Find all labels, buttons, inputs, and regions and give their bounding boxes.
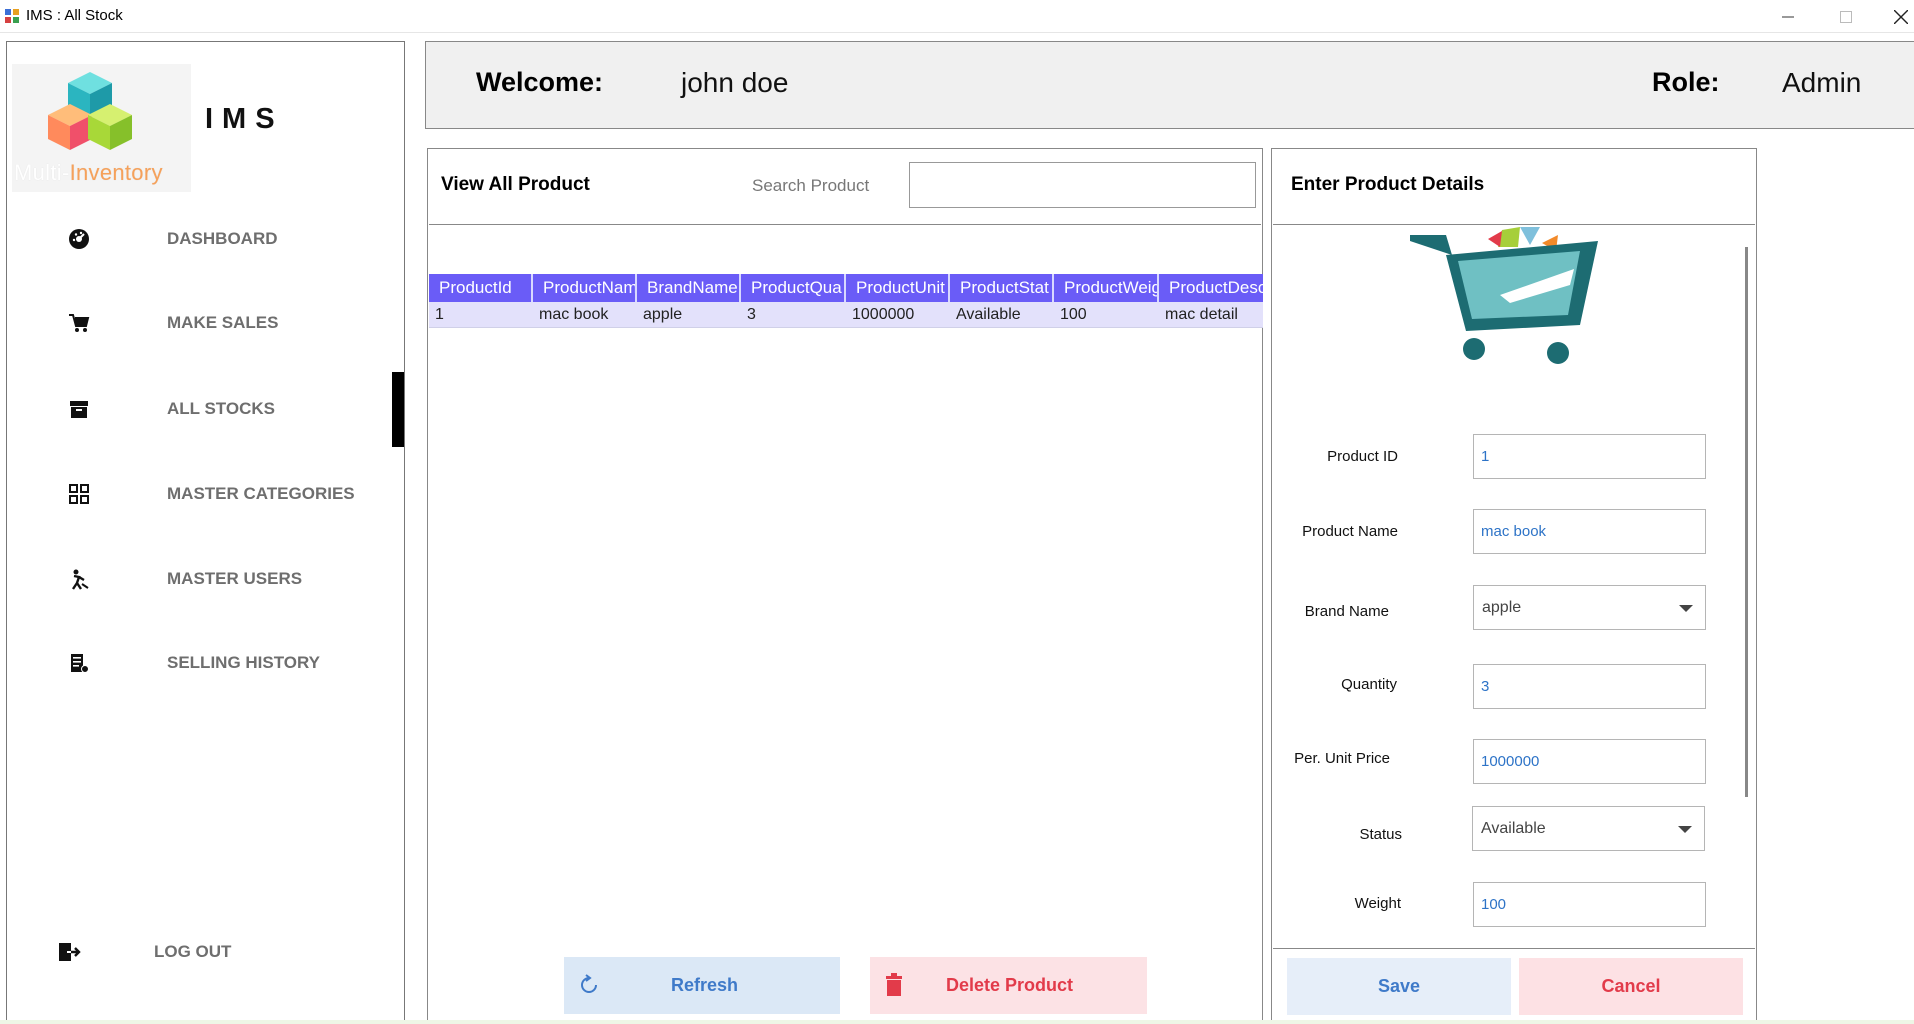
title-bar bbox=[0, 0, 1914, 33]
quantity-field[interactable]: 3 bbox=[1473, 664, 1706, 709]
close-icon bbox=[1894, 9, 1908, 24]
column-header[interactable]: ProductStat bbox=[950, 274, 1054, 302]
dashboard-icon bbox=[60, 220, 98, 258]
table-cell: 1 bbox=[435, 306, 444, 323]
product-id-label: Product ID bbox=[1327, 448, 1398, 465]
delete-product-label: Delete Product bbox=[946, 975, 1074, 995]
active-nav-indicator bbox=[392, 372, 404, 447]
sidebar-item-selling-history[interactable]: SELLING HISTORY bbox=[60, 643, 390, 683]
minimize-icon bbox=[1782, 16, 1794, 17]
column-header[interactable]: ProductDesc bbox=[1159, 274, 1263, 302]
save-label: Save bbox=[1377, 976, 1421, 996]
sidebar-item-label: MASTER CATEGORIES bbox=[167, 484, 355, 503]
sidebar-item-label: ALL STOCKS bbox=[167, 399, 275, 418]
unit-price-label: Per. Unit Price bbox=[1294, 750, 1390, 767]
logo-caption: Multi-Inventory bbox=[14, 160, 163, 185]
column-header[interactable]: ProductUnit bbox=[846, 274, 950, 302]
sidebar-item-make-sales[interactable]: MAKE SALES bbox=[60, 303, 390, 343]
welcome-label: Welcome: bbox=[476, 67, 604, 97]
receipt-icon bbox=[60, 644, 98, 682]
sidebar-item-label: DASHBOARD bbox=[167, 229, 278, 248]
role-value: Admin bbox=[1782, 67, 1862, 98]
table-cell: apple bbox=[643, 306, 683, 323]
sidebar-item-label: SELLING HISTORY bbox=[167, 653, 321, 672]
product-name-label: Product Name bbox=[1302, 523, 1398, 540]
column-header[interactable]: ProductWeig bbox=[1054, 274, 1159, 302]
status-value: Available bbox=[1481, 819, 1546, 837]
product-id-field[interactable]: 1 bbox=[1473, 434, 1706, 479]
column-header[interactable]: ProductQua bbox=[741, 274, 846, 302]
table-cell: 1000000 bbox=[852, 306, 915, 323]
quantity-label: Quantity bbox=[1341, 676, 1397, 693]
logout-label: LOG OUT bbox=[154, 942, 232, 961]
archive-icon bbox=[60, 390, 98, 428]
table-row[interactable]: 1 mac book apple 3 1000000 Available 100… bbox=[429, 302, 1263, 328]
user-name: john doe bbox=[681, 67, 789, 98]
table-cell: 3 bbox=[747, 306, 756, 323]
search-label: Search Product bbox=[752, 176, 870, 195]
categories-icon bbox=[60, 475, 98, 513]
column-header[interactable]: BrandName bbox=[637, 274, 741, 302]
product-name-field[interactable]: mac book bbox=[1473, 509, 1706, 554]
table-cell: mac detail bbox=[1165, 306, 1238, 323]
minimize-button[interactable] bbox=[1765, 0, 1811, 33]
cancel-button[interactable]: Cancel bbox=[1519, 958, 1743, 1015]
save-button[interactable]: Save bbox=[1287, 958, 1511, 1015]
maximize-icon bbox=[1840, 10, 1852, 23]
delete-product-button[interactable]: Delete Product bbox=[870, 957, 1147, 1014]
column-header[interactable]: ProductId bbox=[429, 274, 533, 302]
window-title: IMS : All Stock bbox=[26, 7, 123, 24]
table-cell: mac book bbox=[539, 306, 609, 323]
maximize-button[interactable] bbox=[1823, 0, 1869, 33]
status-label: Status bbox=[1359, 826, 1402, 843]
brand-name-label: Brand Name bbox=[1304, 603, 1389, 620]
grid-header-row: ProductId ProductNam BrandName ProductQu… bbox=[429, 274, 1263, 302]
product-list-title: View All Product bbox=[441, 174, 590, 195]
sidebar-item-dashboard[interactable]: DASHBOARD bbox=[60, 219, 390, 259]
sidebar-item-master-users[interactable]: MASTER USERS bbox=[60, 559, 390, 599]
app-name: IMS bbox=[205, 103, 284, 135]
product-details-title: Enter Product Details bbox=[1291, 174, 1485, 195]
cart-icon bbox=[60, 304, 98, 342]
app-icon bbox=[4, 8, 20, 24]
sidebar-item-all-stocks[interactable]: ALL STOCKS bbox=[60, 389, 390, 429]
chevron-down-icon bbox=[1678, 826, 1692, 833]
table-cell: Available bbox=[956, 306, 1021, 323]
weight-field[interactable]: 100 bbox=[1473, 882, 1706, 927]
product-grid[interactable]: ProductId ProductNam BrandName ProductQu… bbox=[429, 274, 1263, 328]
user-work-icon bbox=[60, 560, 98, 598]
weight-label: Weight bbox=[1354, 895, 1401, 912]
refresh-icon bbox=[577, 973, 601, 1002]
column-header[interactable]: ProductNam bbox=[533, 274, 637, 302]
unit-price-field[interactable]: 1000000 bbox=[1473, 739, 1706, 784]
role-label: Role: bbox=[1652, 67, 1720, 97]
shopping-cart-icon bbox=[1410, 225, 1600, 365]
sidebar-item-master-categories[interactable]: MASTER CATEGORIES bbox=[60, 474, 390, 514]
search-input[interactable] bbox=[909, 162, 1256, 208]
cancel-label: Cancel bbox=[1601, 976, 1661, 996]
status-select[interactable]: Available bbox=[1472, 806, 1705, 851]
refresh-button[interactable]: Refresh bbox=[564, 957, 840, 1014]
chevron-down-icon bbox=[1679, 605, 1693, 612]
details-scrollbar[interactable] bbox=[1745, 247, 1748, 797]
window-bottom-edge bbox=[0, 1020, 1914, 1024]
close-button[interactable] bbox=[1878, 0, 1914, 33]
logout-icon bbox=[50, 933, 88, 971]
trash-icon bbox=[884, 973, 904, 1002]
refresh-label: Refresh bbox=[671, 975, 739, 995]
table-cell: 100 bbox=[1060, 306, 1087, 323]
logout-button[interactable]: LOG OUT bbox=[50, 932, 350, 972]
brand-name-value: apple bbox=[1482, 598, 1522, 616]
sidebar-item-label: MAKE SALES bbox=[167, 313, 279, 332]
brand-name-select[interactable]: apple bbox=[1473, 585, 1706, 630]
sidebar-item-label: MASTER USERS bbox=[167, 569, 303, 588]
